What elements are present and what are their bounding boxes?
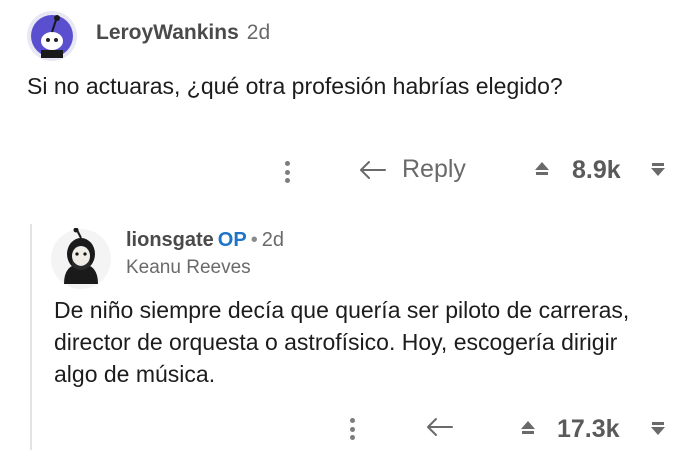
upvote-icon [521, 421, 535, 434]
separator-dot: • [250, 229, 258, 251]
reply-button[interactable] [425, 415, 455, 444]
more-icon [348, 418, 356, 440]
reply-body: De niño siempre decía que quería ser pil… [54, 297, 630, 387]
reply-label: Reply [402, 155, 466, 183]
avatar[interactable] [26, 10, 78, 62]
reply-arrow-icon [360, 160, 386, 179]
user-flair: Keanu Reeves [126, 257, 251, 278]
op-badge: OP [217, 229, 247, 251]
reply-button[interactable]: Reply [358, 155, 466, 184]
username-link[interactable]: LeroyWankins [96, 21, 239, 44]
downvote-icon [651, 163, 665, 176]
more-options-button[interactable] [345, 412, 365, 452]
downvote-icon [651, 422, 665, 435]
thread-line[interactable] [30, 224, 32, 450]
reply-score: 17.3k [557, 415, 620, 443]
upvote-button[interactable] [532, 159, 552, 184]
reply-arrow-icon [427, 418, 453, 436]
upvote-icon [535, 162, 549, 175]
username-link[interactable]: lionsgate [126, 229, 214, 251]
comment-score: 8.9k [572, 156, 621, 184]
comment-body: Si no actuaras, ¿qué otra profesión habr… [27, 73, 563, 99]
more-icon [283, 161, 291, 183]
downvote-button[interactable] [648, 418, 668, 443]
avatar[interactable] [50, 227, 112, 290]
reply-author: lionsgate OP • 2d [126, 229, 284, 252]
comment-author: LeroyWankins 2d [96, 21, 270, 45]
reply-age: 2d [261, 229, 284, 251]
downvote-button[interactable] [648, 159, 668, 184]
more-options-button[interactable] [280, 152, 300, 192]
upvote-button[interactable] [518, 418, 538, 443]
comment-age: 2d [246, 21, 271, 44]
